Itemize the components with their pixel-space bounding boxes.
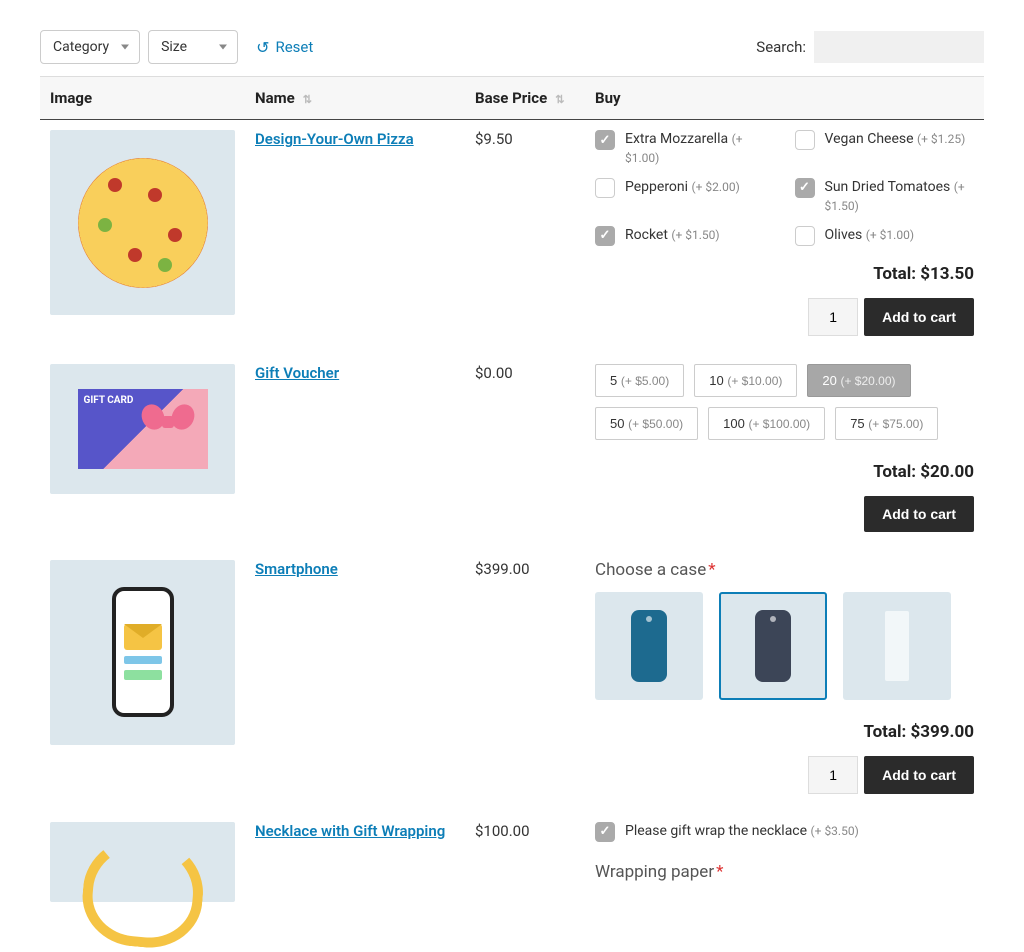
size-dropdown[interactable]: Size — [148, 30, 238, 64]
addon-label: Olives (+ $1.00) — [825, 226, 915, 245]
search-label: Search: — [756, 38, 806, 56]
voucher-option[interactable]: 5 (+ $5.00) — [595, 364, 684, 397]
base-price: $0.00 — [465, 346, 585, 542]
table-row: GIFT CARD Gift Voucher $0.00 5 (+ $5.00)… — [40, 346, 984, 542]
col-base-price[interactable]: Base Price — [465, 77, 585, 120]
add-to-cart-button[interactable]: Add to cart — [864, 756, 974, 794]
addon-label: Vegan Cheese (+ $1.25) — [825, 130, 966, 149]
table-row: Smartphone $399.00 Choose a case* Total:… — [40, 542, 984, 804]
envelope-icon — [124, 624, 162, 650]
addon-option: Rocket (+ $1.50) — [595, 226, 775, 246]
total-label: Total: $399.00 — [595, 722, 974, 742]
addon-option: Olives (+ $1.00) — [795, 226, 975, 246]
undo-icon: ↺ — [256, 38, 269, 57]
add-to-cart-button[interactable]: Add to cart — [864, 496, 974, 532]
case-option-dark[interactable] — [719, 592, 827, 700]
case-option-white[interactable] — [843, 592, 951, 700]
filter-bar: Category Size ↺ Reset Search: — [40, 30, 984, 64]
base-price: $100.00 — [465, 804, 585, 912]
checkbox-icon[interactable] — [795, 226, 815, 246]
addon-option: Vegan Cheese (+ $1.25) — [795, 130, 975, 168]
addon-label: Sun Dried Tomatoes (+ $1.50) — [825, 178, 975, 216]
addons-grid: Extra Mozzarella (+ $1.00) Vegan Cheese … — [595, 130, 974, 246]
checkbox-icon[interactable] — [795, 178, 815, 198]
search-input[interactable] — [814, 31, 984, 63]
product-link[interactable]: Necklace with Gift Wrapping — [255, 822, 445, 840]
addon-label: Rocket (+ $1.50) — [625, 226, 720, 245]
total-label: Total: $20.00 — [595, 462, 974, 482]
case-section-label: Choose a case* — [595, 560, 974, 580]
table-row: Necklace with Gift Wrapping $100.00 Plea… — [40, 804, 984, 912]
checkbox-icon[interactable] — [595, 178, 615, 198]
col-image: Image — [40, 77, 245, 120]
checkbox-icon[interactable] — [595, 226, 615, 246]
product-image-pizza — [50, 130, 235, 315]
voucher-option[interactable]: 20 (+ $20.00) — [807, 364, 910, 397]
add-to-cart-button[interactable]: Add to cart — [864, 298, 974, 336]
addon-option: Extra Mozzarella (+ $1.00) — [595, 130, 775, 168]
total-label: Total: $13.50 — [595, 264, 974, 284]
product-image-smartphone — [50, 560, 235, 745]
case-option-blue[interactable] — [595, 592, 703, 700]
product-image-necklace — [50, 822, 235, 902]
checkbox-icon[interactable] — [595, 130, 615, 150]
addon-label: Pepperoni (+ $2.00) — [625, 178, 740, 197]
checkbox-icon[interactable] — [595, 822, 615, 842]
col-name[interactable]: Name — [245, 77, 465, 120]
reset-label: Reset — [275, 38, 313, 56]
voucher-option-group: 5 (+ $5.00) 10 (+ $10.00) 20 (+ $20.00) … — [595, 364, 974, 440]
quantity-input[interactable] — [808, 298, 858, 336]
voucher-option[interactable]: 100 (+ $100.00) — [708, 407, 825, 440]
filters-left: Category Size ↺ Reset — [40, 30, 313, 64]
giftwrap-option: Please gift wrap the necklace (+ $3.50) — [595, 822, 974, 842]
col-buy: Buy — [585, 77, 984, 120]
addon-label: Extra Mozzarella (+ $1.00) — [625, 130, 775, 168]
addon-option: Sun Dried Tomatoes (+ $1.50) — [795, 178, 975, 216]
product-link[interactable]: Smartphone — [255, 560, 338, 578]
product-image-voucher: GIFT CARD — [50, 364, 235, 494]
base-price: $9.50 — [465, 120, 585, 346]
case-option-group — [595, 592, 974, 700]
wrapping-paper-label: Wrapping paper* — [595, 862, 974, 882]
product-table: Image Name Base Price Buy Design-Your-Ow… — [40, 76, 984, 912]
giftwrap-label: Please gift wrap the necklace (+ $3.50) — [625, 822, 859, 841]
base-price: $399.00 — [465, 542, 585, 804]
table-row: Design-Your-Own Pizza $9.50 Extra Mozzar… — [40, 120, 984, 346]
voucher-option[interactable]: 50 (+ $50.00) — [595, 407, 698, 440]
checkbox-icon[interactable] — [795, 130, 815, 150]
voucher-option[interactable]: 10 (+ $10.00) — [694, 364, 797, 397]
category-dropdown[interactable]: Category — [40, 30, 140, 64]
search-wrap: Search: — [756, 31, 984, 63]
reset-link[interactable]: ↺ Reset — [256, 38, 313, 57]
product-link[interactable]: Gift Voucher — [255, 364, 339, 382]
quantity-input[interactable] — [808, 756, 858, 794]
addon-option: Pepperoni (+ $2.00) — [595, 178, 775, 216]
product-link[interactable]: Design-Your-Own Pizza — [255, 130, 414, 148]
voucher-option[interactable]: 75 (+ $75.00) — [835, 407, 938, 440]
